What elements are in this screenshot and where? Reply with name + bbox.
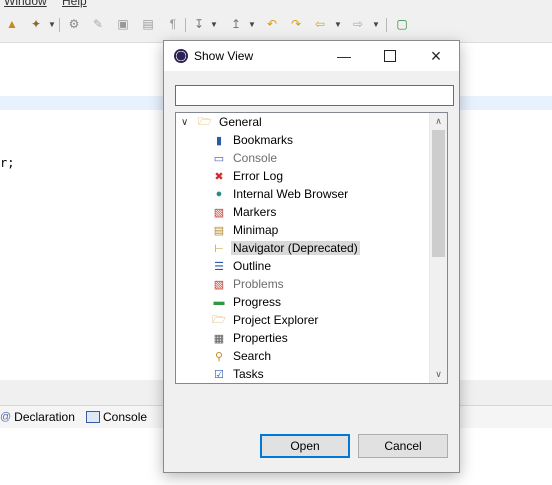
- chevron-down-icon[interactable]: ▼: [372, 20, 380, 29]
- tab-label: Console: [103, 410, 148, 424]
- eclipse-icon: [174, 49, 188, 63]
- tree-item-label: General: [219, 115, 262, 129]
- chevron-down-icon[interactable]: ▼: [334, 20, 342, 29]
- progress-icon: ▬: [213, 296, 225, 308]
- last-edit-location-icon[interactable]: ↶: [264, 16, 280, 32]
- vertical-scrollbar[interactable]: ∧ ∨: [429, 113, 447, 383]
- show-whitespace-icon[interactable]: ¶: [165, 16, 181, 32]
- tree-item-label: Markers: [233, 205, 277, 219]
- tasks-icon: ☑: [214, 368, 224, 381]
- menu-window[interactable]: Window: [4, 0, 47, 8]
- open-perspective-icon[interactable]: ▢: [394, 16, 410, 32]
- properties-icon: ▦: [213, 332, 225, 345]
- chevron-down-icon[interactable]: ∨: [181, 117, 191, 128]
- tree-item-error-log[interactable]: ✖ Error Log: [211, 167, 283, 185]
- tree-item-navigator[interactable]: ⊢ Navigator (Deprecated): [211, 239, 360, 257]
- tree-item-project-explorer[interactable]: 🗁 Project Explorer: [211, 311, 318, 329]
- toolbar-separator: [185, 18, 186, 32]
- tab-label: Declaration: [14, 410, 75, 424]
- filter-input[interactable]: [175, 85, 454, 106]
- minimize-icon: —: [337, 48, 351, 64]
- maximize-button[interactable]: [367, 41, 413, 71]
- bookmarks-icon: ▮: [215, 134, 223, 147]
- dialog-title: Show View: [194, 49, 254, 63]
- tree-item-label: Problems: [233, 277, 284, 291]
- tree-item-general[interactable]: ∨ 🗁 General: [181, 113, 262, 131]
- next-annotation-icon[interactable]: ↧: [191, 16, 207, 32]
- open-folder-icon[interactable]: ▲: [4, 16, 20, 32]
- chevron-down-icon[interactable]: ▼: [248, 20, 256, 29]
- show-view-dialog: Show View — × ∨ 🗁 General ▮ Bookmarks ▭ …: [163, 40, 460, 473]
- tree-item-label: Internal Web Browser: [233, 187, 349, 201]
- edit-location-forward-icon[interactable]: ↷: [288, 16, 304, 32]
- tree-item-label: Console: [233, 151, 278, 165]
- outline-icon: ☰: [214, 260, 224, 273]
- close-button[interactable]: ×: [413, 41, 459, 71]
- cancel-button[interactable]: Cancel: [358, 434, 448, 458]
- navigator-icon: ⊢: [214, 242, 224, 255]
- view-tree[interactable]: ∨ 🗁 General ▮ Bookmarks ▭ Console ✖ Erro…: [175, 112, 448, 384]
- wand-icon[interactable]: ✦: [28, 16, 44, 32]
- previous-annotation-icon[interactable]: ↥: [228, 16, 244, 32]
- toolbar-separator: [386, 18, 387, 32]
- minimap-icon: ▤: [213, 224, 225, 237]
- search-icon: ⚲: [214, 350, 224, 363]
- menu-help[interactable]: Help: [62, 0, 87, 8]
- console-icon: ▭: [213, 152, 225, 165]
- maximize-icon: [384, 50, 396, 62]
- scroll-down-icon[interactable]: ∨: [430, 366, 447, 383]
- tree-item-label: Project Explorer: [233, 313, 319, 327]
- word-wrap-icon[interactable]: ▤: [140, 16, 156, 32]
- scroll-up-icon[interactable]: ∧: [430, 113, 447, 130]
- scrollbar-thumb[interactable]: [432, 130, 445, 257]
- tree-item-markers[interactable]: ▧ Markers: [211, 203, 277, 221]
- problems-icon: ▧: [213, 278, 225, 291]
- tree-item-minimap[interactable]: ▤ Minimap: [211, 221, 279, 239]
- tree-item-label: Tasks: [233, 367, 264, 381]
- chevron-down-icon[interactable]: ▼: [48, 20, 56, 29]
- code-fragment: r;: [0, 156, 15, 170]
- tree-item-label: Navigator (Deprecated): [231, 241, 360, 255]
- project-explorer-icon: 🗁: [212, 313, 226, 326]
- block-selection-icon[interactable]: ▣: [115, 16, 131, 32]
- tree-item-label: Bookmarks: [233, 133, 294, 147]
- tree-item-label: Properties: [233, 331, 288, 345]
- folder-open-icon: 🗁: [198, 115, 212, 128]
- globe-icon: ●: [215, 188, 223, 200]
- error-log-icon: ✖: [214, 170, 224, 183]
- tree-item-internal-web-browser[interactable]: ● Internal Web Browser: [211, 185, 349, 203]
- tree-item-progress[interactable]: ▬ Progress: [211, 293, 282, 311]
- markers-icon: ▧: [213, 206, 225, 219]
- minimize-button[interactable]: —: [321, 41, 367, 71]
- toggle-breakpoint-icon[interactable]: ⚙: [66, 16, 82, 32]
- tree-item-tasks[interactable]: ☑ Tasks: [211, 365, 264, 383]
- tree-item-console[interactable]: ▭ Console: [211, 149, 277, 167]
- tab-declaration[interactable]: @ Declaration: [0, 409, 75, 425]
- dialog-titlebar[interactable]: Show View — ×: [164, 41, 459, 71]
- main-toolbar: ▲ ✦ ▼ ⚙ ✎ ▣ ▤ ¶ ↧ ▼ ↥ ▼ ↶ ↷ ⇦ ▼ ⇨ ▼ ▢: [0, 8, 552, 40]
- close-icon: ×: [430, 45, 442, 66]
- tree-item-bookmarks[interactable]: ▮ Bookmarks: [211, 131, 293, 149]
- tree-item-outline[interactable]: ☰ Outline: [211, 257, 271, 275]
- toggle-mark-icon[interactable]: ✎: [90, 16, 106, 32]
- toolbar-separator: [59, 18, 60, 32]
- tree-item-label: Error Log: [233, 169, 284, 183]
- tree-item-label: Progress: [233, 295, 282, 309]
- declaration-icon: @: [0, 411, 12, 423]
- forward-icon[interactable]: ⇨: [350, 16, 366, 32]
- menu-bar: Window Help: [0, 0, 552, 8]
- tree-item-label: Search: [233, 349, 272, 363]
- tree-item-problems[interactable]: ▧ Problems: [211, 275, 284, 293]
- console-icon: [86, 411, 100, 423]
- tree-item-label: Outline: [233, 259, 272, 273]
- tree-item-label: Minimap: [233, 223, 279, 237]
- tree-item-search[interactable]: ⚲ Search: [211, 347, 271, 365]
- open-button[interactable]: Open: [260, 434, 350, 458]
- back-icon[interactable]: ⇦: [312, 16, 328, 32]
- tab-console[interactable]: Console: [86, 409, 147, 425]
- tree-item-properties[interactable]: ▦ Properties: [211, 329, 288, 347]
- chevron-down-icon[interactable]: ▼: [210, 20, 218, 29]
